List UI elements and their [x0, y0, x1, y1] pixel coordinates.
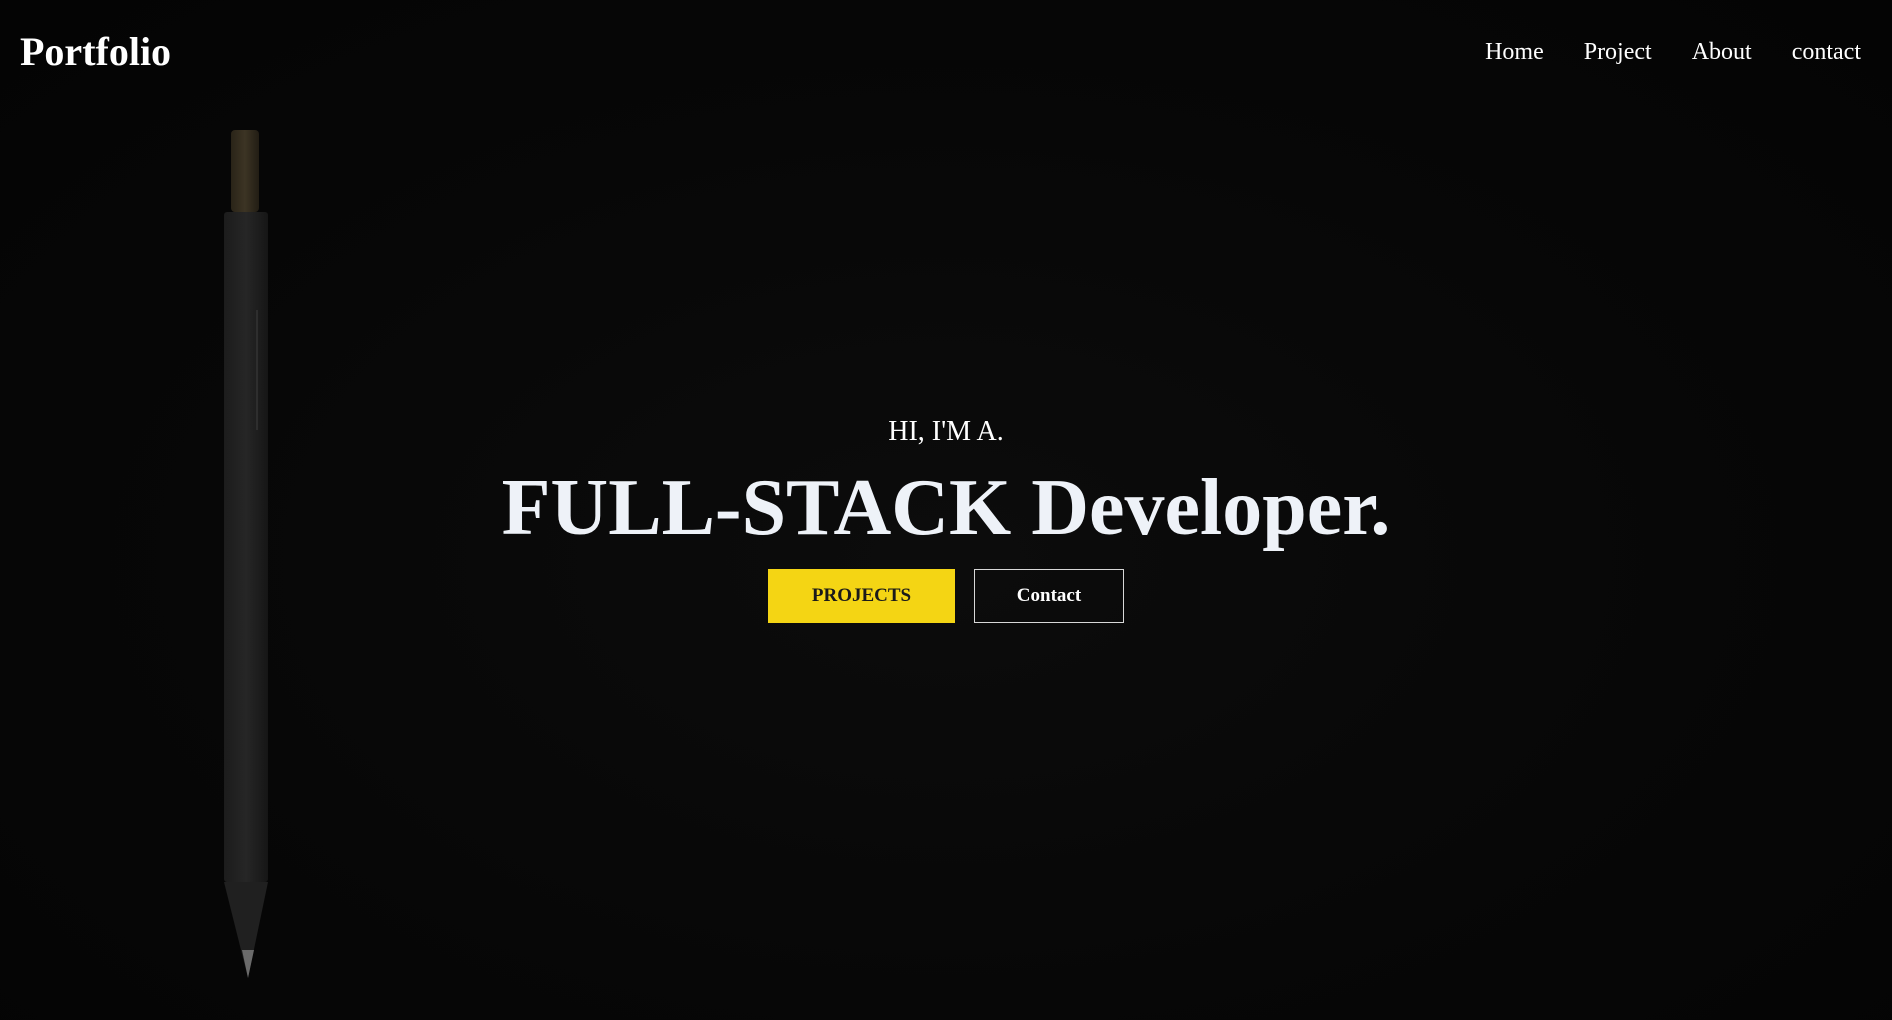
nav-link-home[interactable]: Home: [1485, 36, 1544, 68]
hero-intro: HI, I'M A.: [888, 416, 1004, 447]
hero-section: HI, I'M A. FULL-STACK Developer. PROJECT…: [0, 412, 1892, 623]
hero-title: FULL-STACK Developer.: [501, 464, 1391, 552]
projects-button[interactable]: PROJECTS: [768, 569, 955, 623]
logo[interactable]: Portfolio: [20, 28, 171, 76]
nav-link-project[interactable]: Project: [1584, 36, 1652, 68]
contact-button[interactable]: Contact: [974, 569, 1124, 623]
navbar: Portfolio Home Project About contact: [0, 0, 1892, 106]
nav-link-about[interactable]: About: [1692, 36, 1752, 68]
hero-buttons: PROJECTS Contact: [0, 569, 1892, 623]
nav-links: Home Project About contact: [1485, 36, 1861, 68]
nav-link-contact[interactable]: contact: [1792, 36, 1861, 68]
